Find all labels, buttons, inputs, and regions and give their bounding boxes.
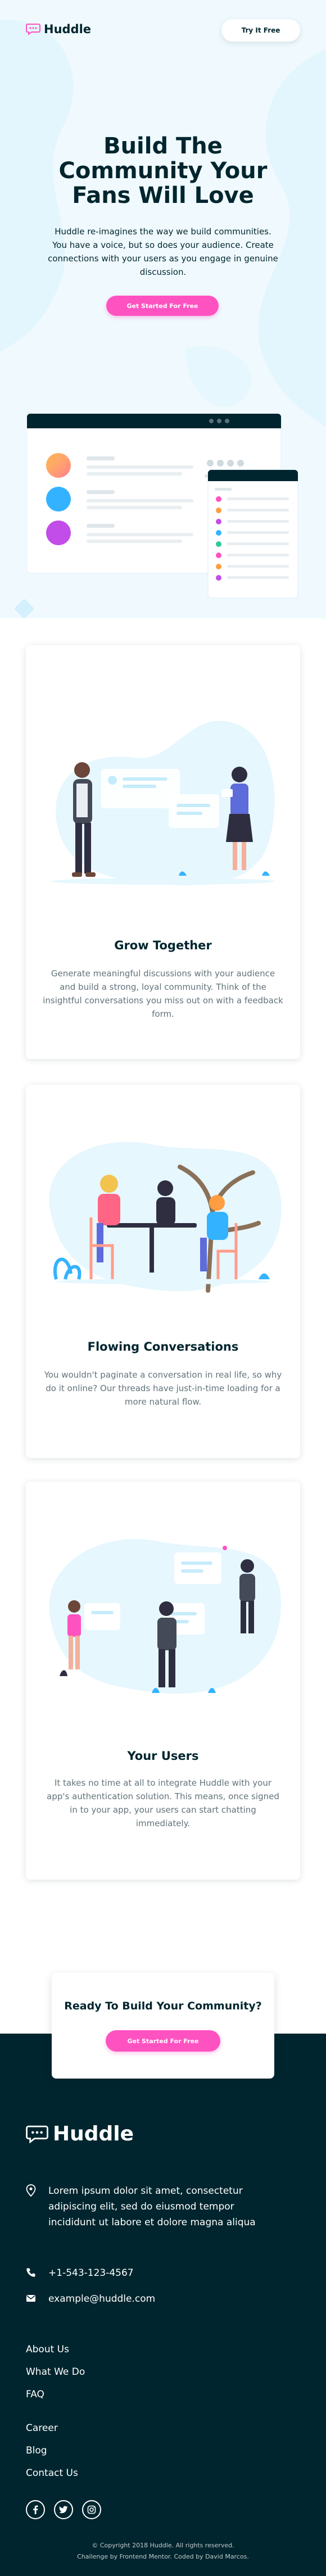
footer-logo-text: Huddle — [53, 2122, 134, 2145]
twitter-link[interactable] — [54, 2500, 73, 2519]
cta-box: Ready To Build Your Community? Get Start… — [52, 1973, 274, 2079]
feature-title: Flowing Conversations — [87, 1340, 239, 1353]
twitter-icon — [59, 2506, 68, 2514]
logo-text: Huddle — [44, 22, 92, 36]
location-pin-icon — [26, 2184, 36, 2197]
cta-title: Ready To Build Your Community? — [64, 2000, 262, 2012]
feature-card-grow-together: Grow Together Generate meaningful discus… — [26, 645, 300, 1059]
attribution-text: Challenge by Frontend Mentor. Coded by D… — [77, 2553, 249, 2560]
flowing-conversations-illustration — [49, 1142, 282, 1293]
top-header: Huddle Try It Free — [26, 19, 300, 42]
feature-title: Your Users — [127, 1749, 199, 1763]
feature-text: You wouldn't paginate a conversation in … — [44, 1370, 282, 1407]
footer-logo[interactable]: Huddle — [26, 2122, 134, 2145]
hero-title-line: Fans Will Love — [72, 183, 254, 209]
hero-title-line: Community Your — [58, 158, 268, 184]
hero-get-started-button[interactable]: Get Started For Free — [106, 296, 219, 316]
feature-card-your-users: Your Users It takes no time at all to in… — [26, 1482, 300, 1880]
footer-link-what-we-do[interactable]: What We Do — [26, 2366, 85, 2378]
footer-address-text: Lorem ipsum dolor sit amet, consectetur … — [48, 2185, 256, 2228]
app-mockup-illustration — [27, 414, 298, 599]
hero-description: Huddle re-imagines the way we build comm… — [48, 227, 278, 277]
feature-text: It takes no time at all to integrate Hud… — [47, 1778, 279, 1828]
try-it-free-button[interactable]: Try It Free — [221, 19, 300, 42]
hero-section: Huddle Try It Free Build The Community Y… — [0, 0, 326, 618]
footer-link-career[interactable]: Career — [26, 2423, 58, 2434]
chat-bubble-logo-icon — [26, 24, 40, 35]
feature-title: Grow Together — [114, 939, 212, 952]
logo[interactable]: Huddle — [26, 22, 91, 36]
grow-together-illustration — [51, 721, 275, 886]
footer-link-faq[interactable]: FAQ — [26, 2389, 44, 2400]
footer-link-blog[interactable]: Blog — [26, 2445, 47, 2456]
hero-title-line: Build The — [103, 133, 223, 159]
email-icon — [26, 2295, 35, 2302]
copyright-text: © Copyright 2018 Huddle. All rights rese… — [92, 2542, 234, 2549]
your-users-illustration — [49, 1539, 281, 1694]
cta-get-started-button[interactable]: Get Started For Free — [106, 2030, 220, 2052]
facebook-link[interactable] — [26, 2500, 45, 2519]
footer-address: Lorem ipsum dolor sit amet, consectetur … — [26, 2183, 273, 2230]
footer-link-contact-us[interactable]: Contact Us — [26, 2468, 78, 2479]
hero-title: Build The Community Your Fans Will Love — [22, 134, 304, 208]
feature-text: Generate meaningful discussions with you… — [43, 968, 283, 1019]
chat-bubble-logo-icon — [26, 2125, 48, 2143]
footer-email: example@huddle.com — [26, 2291, 155, 2307]
footer-email-text[interactable]: example@huddle.com — [48, 2291, 155, 2307]
phone-icon — [26, 2268, 35, 2277]
facebook-icon — [33, 2505, 38, 2514]
instagram-icon — [87, 2505, 96, 2514]
instagram-link[interactable] — [82, 2500, 101, 2519]
footer-link-about-us[interactable]: About Us — [26, 2344, 69, 2355]
footer-phone: +1-543-123-4567 — [26, 2265, 134, 2281]
feature-card-flowing-conversations: Flowing Conversations You wouldn't pagin… — [26, 1085, 300, 1458]
footer: Huddle Lorem ipsum dolor sit amet, conse… — [0, 2034, 326, 2576]
footer-phone-text[interactable]: +1-543-123-4567 — [48, 2265, 134, 2281]
